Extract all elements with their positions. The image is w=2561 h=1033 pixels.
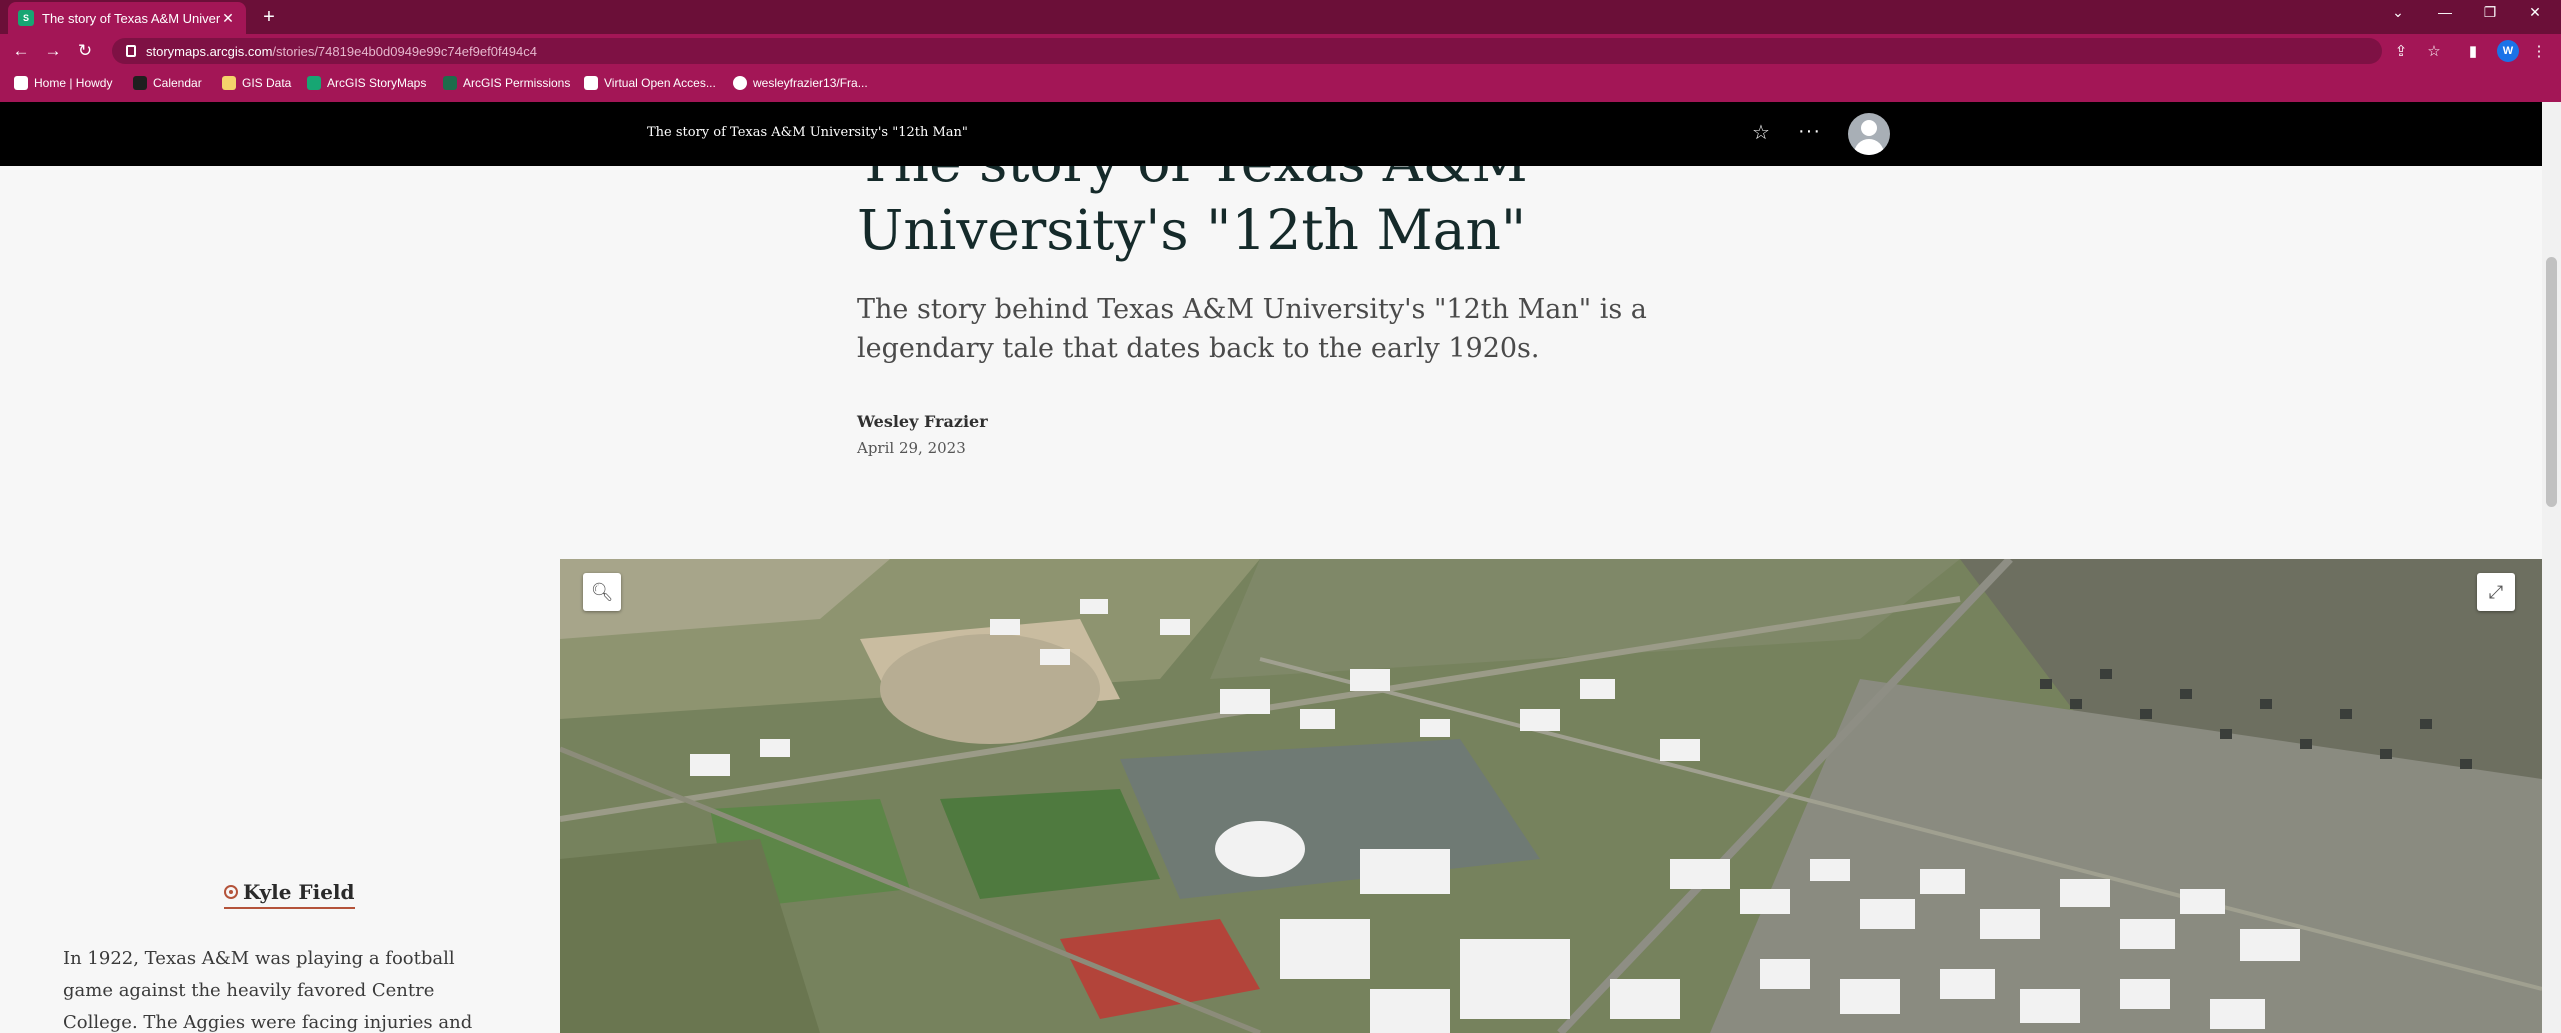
github-icon	[733, 76, 747, 90]
bookmark-gis-data[interactable]: GIS Data	[222, 76, 291, 90]
tab-search-icon[interactable]: ⌄	[2383, 4, 2413, 21]
bookmark-label: wesleyfrazier13/Fra...	[753, 76, 868, 90]
forward-icon[interactable]: →	[42, 41, 64, 61]
side-panel-icon[interactable]: ▮	[2462, 42, 2484, 60]
author-name: Wesley Frazier	[857, 412, 988, 431]
lock-icon	[126, 45, 136, 57]
more-options-icon[interactable]: ···	[1798, 120, 1821, 143]
globe-icon	[443, 76, 457, 90]
avatar-body	[1854, 139, 1884, 155]
bookmark-label: Virtual Open Acces...	[604, 76, 716, 90]
url-host: storymaps.arcgis.com	[146, 43, 273, 59]
bookmark-calendar[interactable]: Calendar	[133, 76, 202, 90]
location-title[interactable]: Kyle Field	[224, 880, 355, 909]
bookmark-github[interactable]: wesleyfrazier13/Fra...	[733, 76, 868, 90]
bookmark-home-howdy[interactable]: Home | Howdy	[14, 76, 112, 90]
bookmark-arcgis-permissions[interactable]: ArcGIS Permissions	[443, 76, 570, 90]
scrollbar-thumb[interactable]	[2546, 257, 2557, 507]
publish-date: April 29, 2023	[857, 439, 966, 457]
avatar-head	[1861, 120, 1877, 136]
bookmarks-bar: Home | Howdy Calendar GIS Data ArcGIS St…	[0, 68, 2561, 102]
story-header: The story of Texas A&M University's "12t…	[0, 102, 2542, 166]
minimize-icon[interactable]: —	[2430, 4, 2460, 20]
url-path: /stories/74819e4b0d0949e99c74ef9ef0f494c…	[272, 43, 537, 59]
story-subtitle: The story behind Texas A&M University's …	[857, 294, 1647, 364]
bookmark-arcgis-storymaps[interactable]: ArcGIS StoryMaps	[307, 76, 426, 90]
storymaps-icon	[307, 76, 321, 90]
map-search-icon[interactable]: 🔍︎	[583, 573, 621, 611]
aerial-map[interactable]: 🔍︎ ⤢	[560, 559, 2542, 1033]
browser-menu-icon[interactable]: ⋮	[2528, 42, 2550, 60]
calendar-icon	[133, 76, 147, 90]
tab-title: The story of Texas A&M Universi	[42, 10, 220, 26]
bookmark-star-icon[interactable]: ☆	[2423, 42, 2445, 60]
bookmark-label: Calendar	[153, 76, 202, 90]
url-input[interactable]: storymaps.arcgis.com/stories/74819e4b0d0…	[112, 38, 2382, 64]
tab-strip: S The story of Texas A&M Universi ✕ + ⌄ …	[0, 0, 2561, 34]
storymaps-favicon-icon: S	[18, 10, 34, 26]
bookmark-label: GIS Data	[242, 76, 292, 90]
story-title: The story of Texas A&M University's "12t…	[857, 166, 1757, 264]
bookmark-label: Home | Howdy	[34, 76, 113, 90]
story-header-title: The story of Texas A&M University's "12t…	[647, 125, 968, 140]
folder-icon	[222, 76, 236, 90]
address-toolbar: ← → ↻ storymaps.arcgis.com/stories/74819…	[0, 34, 2561, 68]
new-tab-icon[interactable]: +	[258, 6, 280, 29]
location-title-text: Kyle Field	[243, 880, 355, 904]
back-icon[interactable]: ←	[10, 41, 32, 61]
map-expand-icon[interactable]: ⤢	[2477, 573, 2515, 611]
bookmark-label: ArcGIS Permissions	[463, 76, 571, 90]
map-imagery	[560, 559, 2542, 1033]
tab-active[interactable]: S The story of Texas A&M Universi ✕	[8, 2, 246, 34]
window-close-icon[interactable]: ✕	[2520, 4, 2550, 21]
restore-icon[interactable]: ❐	[2475, 4, 2505, 21]
profile-avatar[interactable]: W	[2497, 40, 2519, 62]
share-icon[interactable]: ⇪	[2390, 42, 2412, 60]
page-scrollbar[interactable]	[2542, 102, 2561, 1033]
tab-close-icon[interactable]: ✕	[220, 10, 236, 27]
user-avatar[interactable]	[1848, 113, 1890, 155]
story-title-line1: The story of Texas A&M	[857, 166, 1757, 196]
reload-icon[interactable]: ↻	[74, 41, 96, 61]
bookmark-virtual-open-access[interactable]: Virtual Open Acces...	[584, 76, 716, 90]
story-paragraph: In 1922, Texas A&M was playing a footbal…	[63, 948, 473, 1033]
story-title-line2: University's "12th Man"	[857, 198, 1527, 262]
favorite-star-icon[interactable]: ☆	[1752, 120, 1770, 145]
aggie-icon	[584, 76, 598, 90]
story-title-area: The story of Texas A&M University's "12t…	[0, 166, 2542, 286]
location-pin-icon	[224, 885, 238, 899]
aggie-icon	[14, 76, 28, 90]
bookmark-label: ArcGIS StoryMaps	[327, 76, 427, 90]
